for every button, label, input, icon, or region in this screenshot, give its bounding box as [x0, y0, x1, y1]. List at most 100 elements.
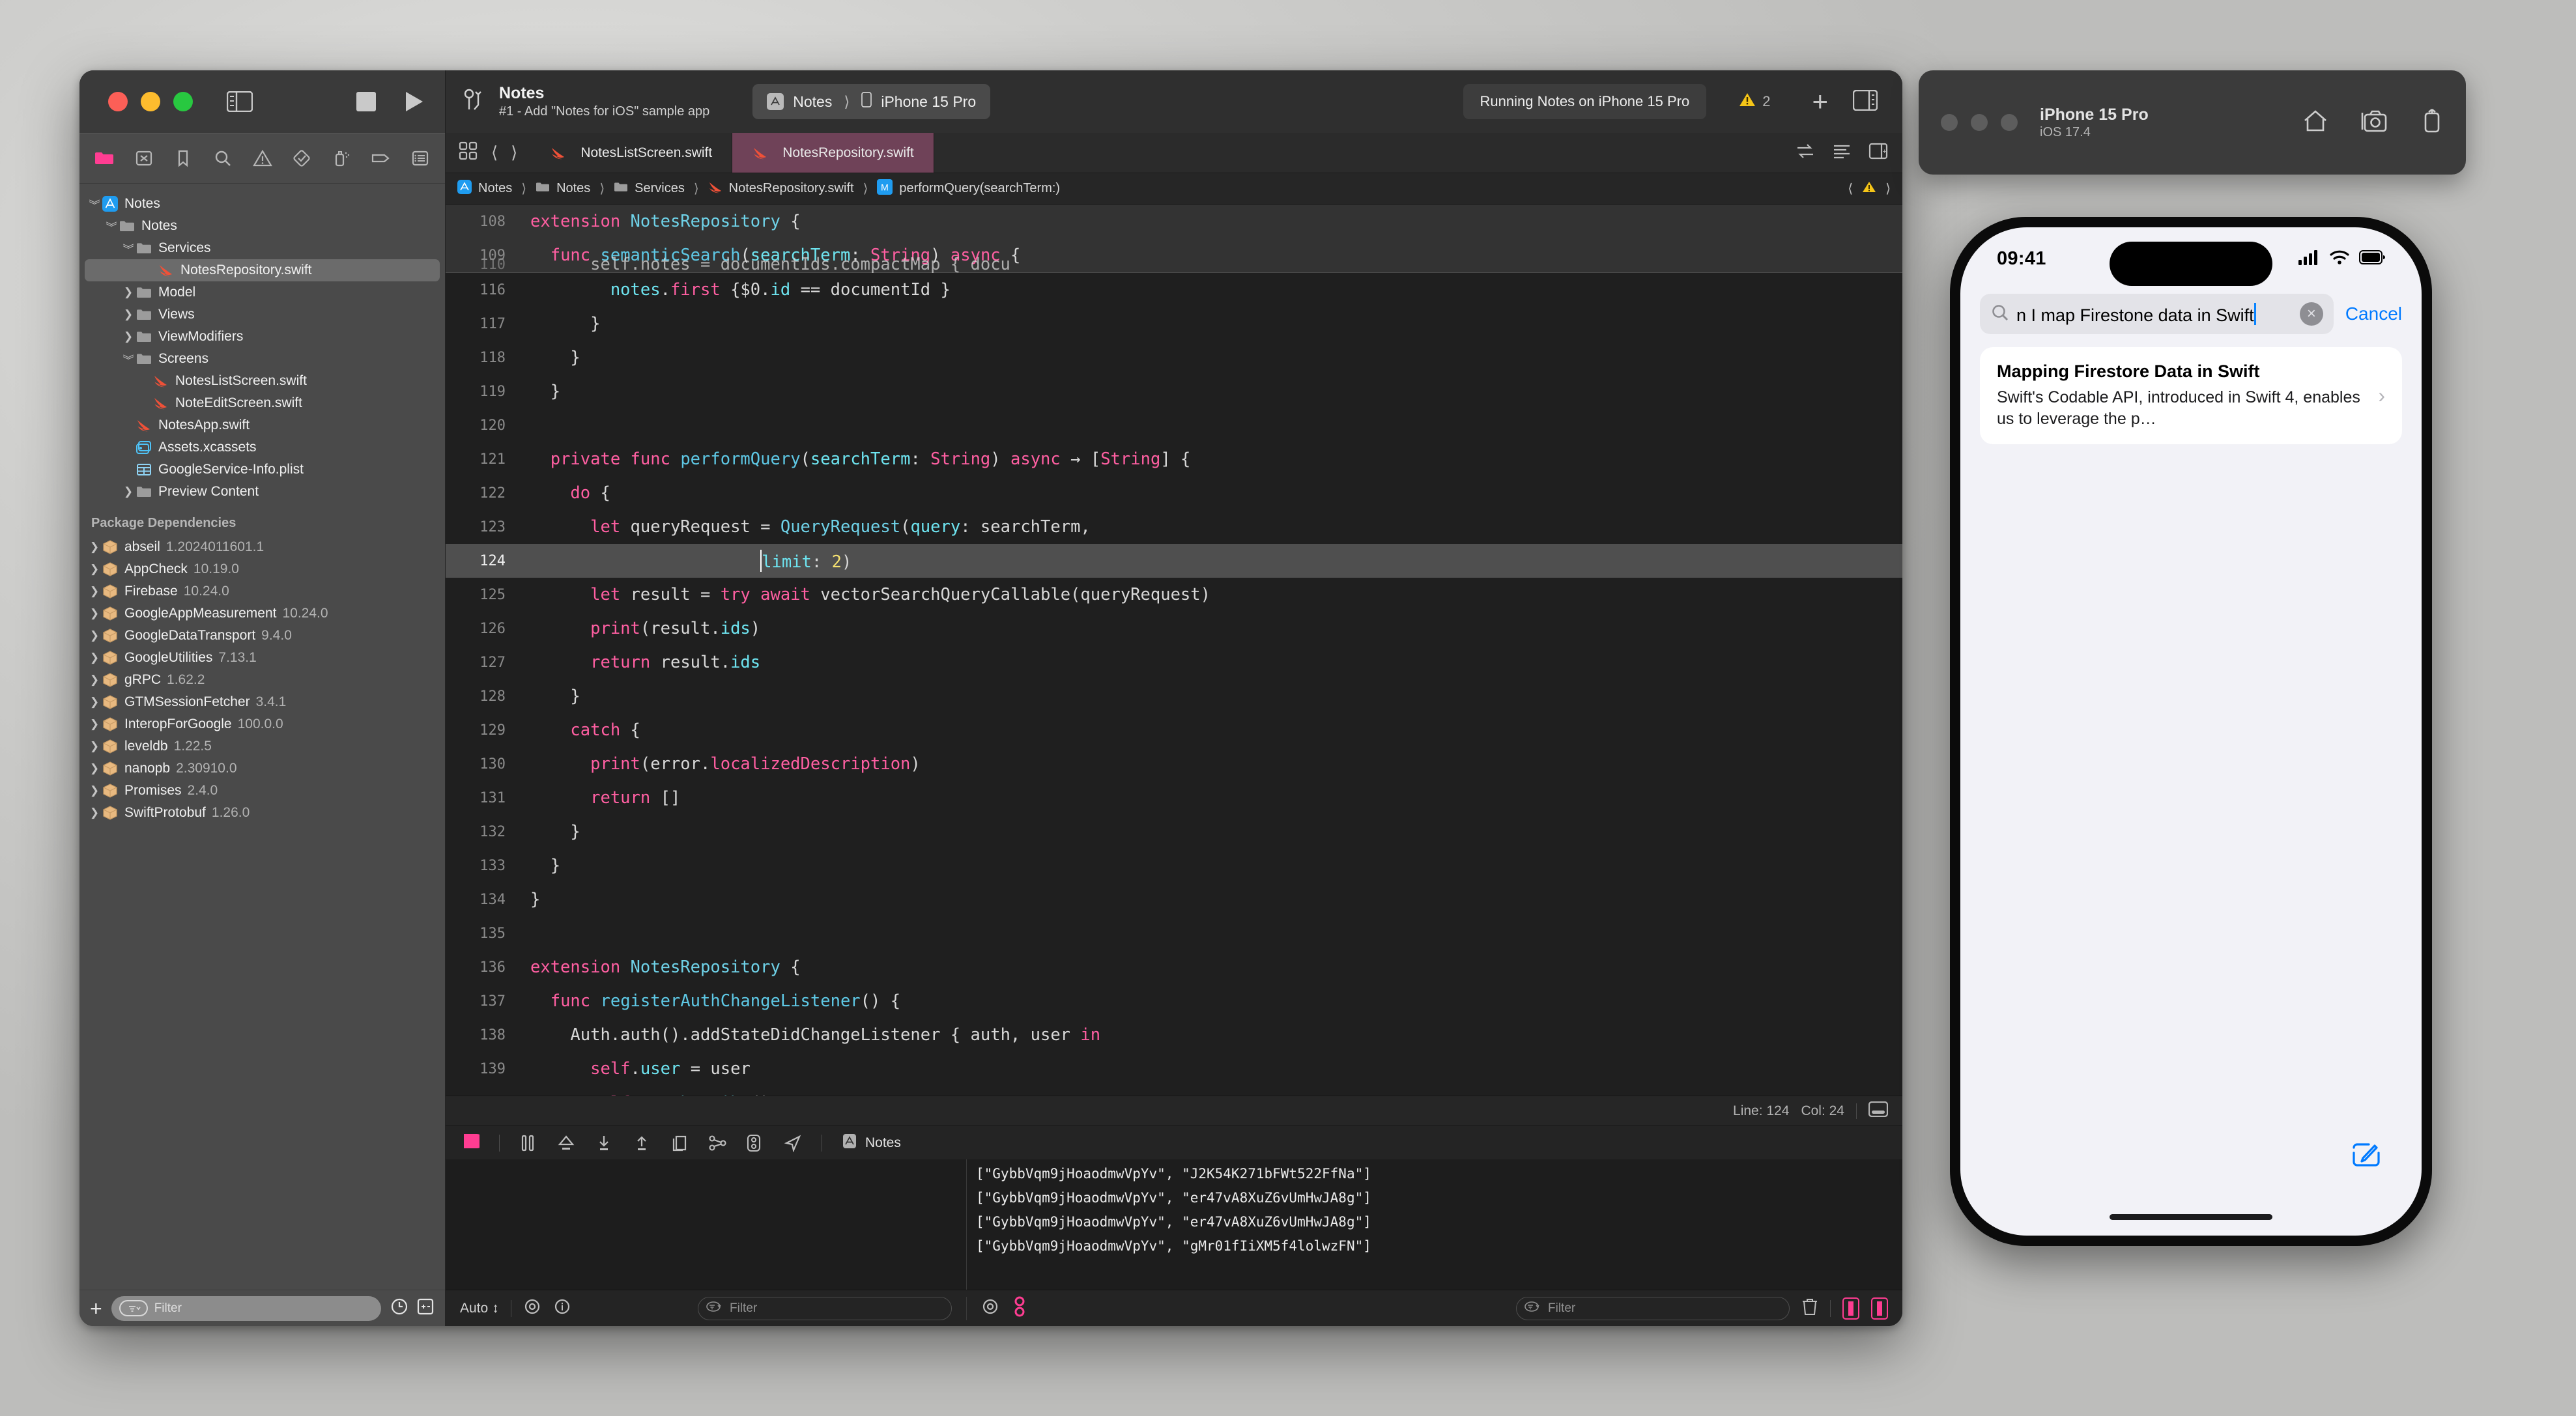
screenshot-icon[interactable] — [2360, 109, 2389, 137]
grid-view-icon[interactable] — [459, 141, 478, 164]
disclosure-triangle-icon[interactable]: ︾ — [104, 218, 119, 234]
code-line-134[interactable]: 134} — [446, 883, 1902, 916]
debug-process-target[interactable]: Notes — [842, 1133, 901, 1154]
breakpoint-icon[interactable] — [370, 148, 391, 169]
code-line-124[interactable]: 124 limit: 2) — [446, 544, 1902, 578]
disclosure-triangle-icon[interactable]: ︾ — [121, 240, 136, 257]
inspector-toggle-icon[interactable] — [1852, 89, 1878, 114]
code-line-127[interactable]: 127 return result.ids — [446, 645, 1902, 679]
console-filter-input[interactable]: Filter — [1516, 1296, 1790, 1320]
code-line-125[interactable]: 125 let result = try await vectorSearchQ… — [446, 578, 1902, 612]
watch-icon[interactable] — [981, 1297, 999, 1319]
code-line-139[interactable]: 139 self.user = user — [446, 1052, 1902, 1086]
tree-item-12[interactable]: GoogleService-Info.plist — [79, 459, 445, 481]
tree-item-9[interactable]: NoteEditScreen.swift — [79, 392, 445, 414]
code-line-140[interactable]: 140 self.unsubscribe() — [446, 1086, 1902, 1096]
source-control-icon[interactable] — [134, 148, 154, 169]
project-file-tree[interactable]: ︾ Notes ︾ Notes ︾ Services NotesRepository.swi… — [79, 184, 445, 1290]
disclosure-triangle-icon[interactable]: ❯ — [87, 673, 102, 687]
editor-history-nav[interactable]: ⟨ ⟩ — [491, 143, 517, 163]
step-over-icon[interactable] — [557, 1134, 575, 1152]
related-items-icon[interactable] — [1796, 143, 1815, 163]
code-line-119[interactable]: 119 } — [446, 375, 1902, 408]
code-line-120[interactable]: 120 — [446, 408, 1902, 442]
code-line-130[interactable]: 130 print(error.localizedDescription) — [446, 747, 1902, 781]
disclosure-triangle-icon[interactable]: ︾ — [87, 196, 102, 212]
tree-item-8[interactable]: NotesListScreen.swift — [79, 370, 445, 392]
disclosure-triangle-icon[interactable]: ❯ — [121, 330, 136, 343]
search-input[interactable]: n I map Firestone data in Swift × — [1980, 294, 2334, 334]
clear-console-trash-icon[interactable] — [1801, 1297, 1818, 1320]
editor-tab-1[interactable]: NotesRepository.swift — [732, 133, 934, 173]
tree-item-1[interactable]: ︾ Notes — [79, 215, 445, 237]
tree-item-11[interactable]: Assets.xcassets — [79, 436, 445, 459]
breadcrumb-issue-nav[interactable]: ⟨ ⟩ — [1848, 180, 1891, 197]
package-item-0[interactable]: ❯ abseil 1.2024011601.1 — [79, 536, 445, 558]
close-button[interactable] — [1941, 114, 1958, 131]
breadcrumb-item-0[interactable]: Notes — [478, 181, 512, 196]
watch-icon[interactable] — [523, 1297, 541, 1319]
issue-warning-icon[interactable] — [252, 148, 273, 169]
code-line-108[interactable]: 108 extension NotesRepository { — [446, 205, 1902, 238]
package-item-6[interactable]: ❯ gRPC 1.62.2 — [79, 669, 445, 691]
code-line-118[interactable]: 118 } — [446, 341, 1902, 375]
code-line-116[interactable]: 116 notes.first {$0.id == documentId } — [446, 273, 1902, 307]
disclosure-triangle-icon[interactable]: ❯ — [87, 629, 102, 642]
minimize-button[interactable] — [141, 92, 160, 111]
memory-graph-icon[interactable] — [708, 1134, 726, 1152]
debug-spray-icon[interactable] — [331, 148, 352, 169]
search-result-row[interactable]: Mapping Firestore Data in Swift Swift's … — [1980, 347, 2402, 444]
clear-search-button[interactable]: × — [2299, 302, 2323, 326]
tree-item-3[interactable]: NotesRepository.swift — [85, 259, 440, 281]
folder-icon[interactable] — [94, 148, 115, 169]
editor-tab-0[interactable]: NotesListScreen.swift — [530, 133, 733, 173]
package-item-1[interactable]: ❯ AppCheck 10.19.0 — [79, 558, 445, 580]
device-screen[interactable]: 09:41 n I map Firestone data in Swift × … — [1960, 227, 2422, 1236]
package-item-5[interactable]: ❯ GoogleUtilities 7.13.1 — [79, 647, 445, 669]
search-icon[interactable] — [212, 148, 233, 169]
code-line-136[interactable]: 136 extension NotesRepository { — [446, 950, 1902, 984]
next-issue-icon[interactable]: ⟩ — [1885, 180, 1891, 197]
disclosure-triangle-icon[interactable]: ❯ — [87, 784, 102, 797]
disclosure-triangle-icon[interactable]: ❯ — [87, 806, 102, 819]
source-control-filter-icon[interactable] — [416, 1297, 435, 1319]
view-hierarchy-icon[interactable] — [670, 1134, 689, 1152]
info-icon[interactable] — [553, 1297, 571, 1319]
disclosure-triangle-icon[interactable]: ❯ — [87, 762, 102, 775]
recent-clock-icon[interactable] — [390, 1297, 408, 1319]
disclosure-triangle-icon[interactable]: ❯ — [87, 651, 102, 664]
code-line-133[interactable]: 133 } — [446, 849, 1902, 883]
code-line-122[interactable]: 122 do { — [446, 476, 1902, 510]
rotate-icon[interactable] — [2420, 108, 2444, 137]
disclosure-triangle-icon[interactable]: ❯ — [121, 286, 136, 299]
code-line-132[interactable]: 132 } — [446, 815, 1902, 849]
disclosure-triangle-icon[interactable]: ❯ — [87, 585, 102, 598]
code-line-128[interactable]: 128 } — [446, 679, 1902, 713]
traffic-lights[interactable] — [108, 92, 193, 111]
variables-view[interactable] — [446, 1159, 967, 1290]
package-item-9[interactable]: ❯ leveldb 1.22.5 — [79, 735, 445, 758]
search-bar-row[interactable]: n I map Firestone data in Swift × Cancel — [1960, 290, 2422, 334]
package-item-12[interactable]: ❯ SwiftProtobuf 1.26.0 — [79, 802, 445, 824]
breadcrumb-item-4[interactable]: performQuery(searchTerm:) — [899, 181, 1060, 196]
pause-icon[interactable] — [519, 1134, 537, 1152]
code-line-131[interactable]: 131 return [] — [446, 781, 1902, 815]
add-assistant-editor-icon[interactable]: + — [1868, 141, 1888, 164]
disclosure-triangle-icon[interactable]: ❯ — [87, 718, 102, 731]
code-editor[interactable]: 108 extension NotesRepository {109 func s… — [446, 205, 1902, 1096]
step-out-icon[interactable] — [633, 1134, 651, 1152]
code-line-137[interactable]: 137 func registerAuthChangeListener() { — [446, 984, 1902, 1018]
simulator-window-controls[interactable] — [1941, 114, 2018, 131]
tree-item-0[interactable]: ︾ Notes — [79, 193, 445, 215]
breadcrumb-item-1[interactable]: Notes — [556, 181, 590, 196]
tree-item-2[interactable]: ︾ Services — [79, 237, 445, 259]
zoom-button[interactable] — [173, 92, 193, 111]
run-stop-controls[interactable] — [356, 92, 445, 111]
warning-indicator[interactable]: 2 — [1739, 92, 1770, 111]
continue-execution-icon[interactable] — [461, 1131, 484, 1154]
sidebar-toggle-icon[interactable] — [226, 91, 253, 113]
breadcrumb-item-3[interactable]: NotesRepository.swift — [729, 181, 854, 196]
tree-item-7[interactable]: ︾ Screens — [79, 348, 445, 370]
package-item-3[interactable]: ❯ GoogleAppMeasurement 10.24.0 — [79, 602, 445, 625]
previous-issue-icon[interactable]: ⟨ — [1848, 180, 1853, 197]
